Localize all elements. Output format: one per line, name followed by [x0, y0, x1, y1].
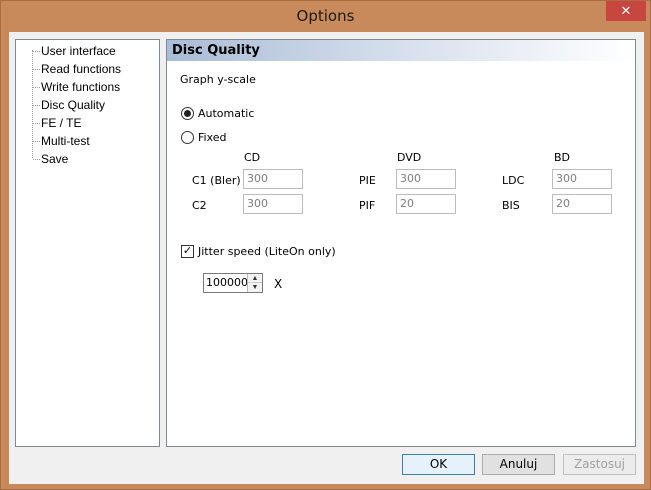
tree-item-label: User interface — [41, 44, 116, 58]
tree-item-label: FE / TE — [41, 116, 82, 130]
tree-item-fe-te[interactable]: FE / TE — [16, 114, 156, 132]
tree-item-write-functions[interactable]: Write functions — [16, 78, 156, 96]
dialog-client: User interface Read functions Write func… — [9, 32, 644, 484]
ldc-field[interactable]: 300 — [552, 169, 612, 189]
tree-item-label: Save — [41, 152, 69, 166]
automatic-radio[interactable] — [181, 107, 194, 120]
fixed-radio[interactable] — [181, 131, 194, 144]
pie-label: PIE — [359, 174, 376, 187]
close-button[interactable]: ✕ — [606, 1, 646, 21]
spinner-down-icon[interactable]: ▼ — [248, 283, 262, 292]
bis-field[interactable]: 20 — [552, 194, 612, 214]
cancel-button[interactable]: Anuluj — [482, 454, 555, 475]
jitter-speed-spinner[interactable]: 100000 ▲ ▼ — [203, 273, 263, 293]
jitter-speed-checkbox[interactable]: ✓ — [181, 245, 194, 258]
window-title: Options — [296, 7, 355, 25]
tree-item-label: Disc Quality — [41, 98, 106, 112]
c1-field[interactable]: 300 — [243, 169, 303, 189]
speed-unit-label: X — [274, 277, 283, 291]
disc-quality-panel: Disc Quality Graph y-scale Automatic Fix… — [166, 39, 636, 447]
options-window: Options ✕ User interface Read functions … — [0, 0, 651, 490]
tree-item-label: Read functions — [41, 62, 122, 76]
tree-item-multi-test[interactable]: Multi-test — [16, 132, 156, 150]
c2-field[interactable]: 300 — [243, 194, 303, 214]
fixed-label[interactable]: Fixed — [198, 131, 227, 144]
ok-button[interactable]: OK — [402, 454, 475, 475]
pie-field[interactable]: 300 — [396, 169, 456, 189]
bis-label: BIS — [502, 199, 520, 212]
cd-column-header: CD — [244, 151, 261, 164]
graph-yscale-label: Graph y-scale — [180, 73, 256, 86]
tree-item-label: Write functions — [41, 80, 121, 94]
jitter-speed-label[interactable]: Jitter speed (LiteOn only) — [198, 245, 336, 258]
check-icon: ✓ — [182, 245, 193, 257]
pif-label: PIF — [359, 199, 376, 212]
c2-label: C2 — [192, 199, 207, 212]
tree-item-read-functions[interactable]: Read functions — [16, 60, 156, 78]
c1-label: C1 (Bler) — [192, 174, 241, 187]
options-tree: User interface Read functions Write func… — [15, 39, 160, 447]
tree-item-user-interface[interactable]: User interface — [16, 42, 156, 60]
pif-field[interactable]: 20 — [396, 194, 456, 214]
spinner-up-icon[interactable]: ▲ — [248, 274, 262, 283]
tree-item-save[interactable]: Save — [16, 150, 156, 168]
close-icon: ✕ — [620, 3, 632, 18]
tree-item-disc-quality[interactable]: Disc Quality — [16, 96, 156, 114]
spinner-value[interactable]: 100000 — [206, 276, 248, 289]
title-bar[interactable]: Options ✕ — [1, 1, 650, 31]
apply-button[interactable]: Zastosuj — [563, 454, 636, 475]
panel-header: Disc Quality — [167, 40, 635, 61]
automatic-label[interactable]: Automatic — [198, 107, 254, 120]
bd-column-header: BD — [554, 151, 571, 164]
spinner-buttons: ▲ ▼ — [247, 274, 262, 292]
tree-item-label: Multi-test — [41, 134, 90, 148]
dvd-column-header: DVD — [397, 151, 422, 164]
radio-selected-dot — [184, 110, 191, 117]
ldc-label: LDC — [502, 174, 525, 187]
